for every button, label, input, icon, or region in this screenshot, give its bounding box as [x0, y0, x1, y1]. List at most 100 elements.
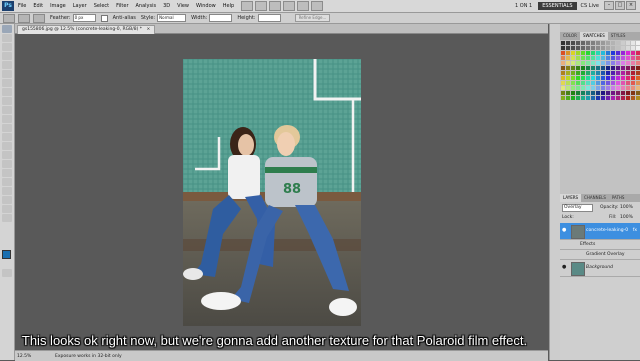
color-swatch[interactable] [591, 96, 595, 100]
color-swatch[interactable] [631, 56, 635, 60]
color-swatch[interactable] [566, 46, 570, 50]
document-tab[interactable]: gs155806.jpg @ 12.5% (concrete-leaking-0… [17, 25, 156, 34]
pen-tool-icon[interactable] [2, 151, 12, 159]
3d-rotate-icon[interactable] [2, 187, 12, 195]
color-swatch[interactable] [591, 56, 595, 60]
color-swatch[interactable] [611, 76, 615, 80]
color-swatch[interactable] [636, 91, 640, 95]
shape-tool-icon[interactable] [2, 178, 12, 186]
color-swatch[interactable] [596, 91, 600, 95]
color-swatch[interactable] [626, 61, 630, 65]
color-swatch[interactable] [621, 76, 625, 80]
color-swatch[interactable] [606, 41, 610, 45]
color-swatch[interactable] [566, 41, 570, 45]
color-swatch[interactable] [636, 96, 640, 100]
color-swatch[interactable] [576, 96, 580, 100]
color-swatch[interactable] [581, 46, 585, 50]
menu-edit[interactable]: Edit [33, 3, 43, 9]
color-swatch[interactable] [586, 86, 590, 90]
color-swatch[interactable] [596, 41, 600, 45]
color-swatch[interactable] [626, 91, 630, 95]
color-swatch[interactable] [566, 61, 570, 65]
color-swatch[interactable] [571, 96, 575, 100]
color-swatch[interactable] [601, 56, 605, 60]
menu-layer[interactable]: Layer [73, 3, 87, 9]
color-swatch[interactable] [581, 76, 585, 80]
color-swatch[interactable] [616, 66, 620, 70]
color-swatch[interactable] [576, 66, 580, 70]
color-swatch[interactable] [586, 56, 590, 60]
color-swatch[interactable] [616, 71, 620, 75]
color-swatch[interactable] [611, 71, 615, 75]
color-swatch[interactable] [586, 71, 590, 75]
color-swatch[interactable] [591, 81, 595, 85]
document-close-icon[interactable]: × [147, 27, 151, 32]
color-swatch[interactable] [626, 71, 630, 75]
color-swatch[interactable] [561, 91, 565, 95]
color-swatch[interactable] [606, 56, 610, 60]
add-selection-icon[interactable] [33, 13, 45, 23]
color-swatch[interactable] [571, 46, 575, 50]
color-swatch[interactable] [606, 66, 610, 70]
feather-input[interactable]: 0 px [72, 14, 96, 22]
color-swatch[interactable] [601, 71, 605, 75]
color-swatch[interactable] [591, 66, 595, 70]
color-swatch[interactable] [591, 41, 595, 45]
color-swatch[interactable] [606, 96, 610, 100]
color-swatch[interactable] [606, 91, 610, 95]
menu-image[interactable]: Image [50, 3, 66, 9]
color-swatch[interactable] [576, 81, 580, 85]
tab-channels[interactable]: CHANNELS [581, 194, 609, 202]
color-swatch[interactable] [616, 61, 620, 65]
zoom-level-icon[interactable] [269, 1, 282, 11]
color-swatch[interactable] [596, 86, 600, 90]
color-swatch[interactable] [566, 51, 570, 55]
color-swatch[interactable] [561, 96, 565, 100]
color-swatch[interactable] [606, 61, 610, 65]
color-swatch[interactable] [571, 66, 575, 70]
layer-gradient-overlay[interactable]: Gradient Overlay [560, 250, 640, 260]
color-swatch[interactable] [601, 96, 605, 100]
color-swatch[interactable] [636, 86, 640, 90]
color-swatch[interactable] [621, 96, 625, 100]
type-tool-icon[interactable] [2, 160, 12, 168]
color-swatch[interactable] [636, 51, 640, 55]
color-swatch[interactable] [581, 96, 585, 100]
color-swatch[interactable] [591, 61, 595, 65]
menu-window[interactable]: Window [196, 3, 216, 9]
color-swatch[interactable] [576, 91, 580, 95]
eye-icon[interactable]: ● [562, 265, 567, 270]
blend-mode-select[interactable]: Overlay [562, 204, 593, 212]
color-swatch[interactable] [636, 41, 640, 45]
color-swatch[interactable] [576, 46, 580, 50]
color-swatch[interactable] [621, 46, 625, 50]
color-swatch[interactable] [621, 91, 625, 95]
color-swatch[interactable] [596, 71, 600, 75]
layer-background[interactable]: ● Background [560, 260, 640, 277]
color-swatch[interactable] [601, 51, 605, 55]
color-swatch[interactable] [631, 51, 635, 55]
color-swatch[interactable] [611, 46, 615, 50]
menu-analysis[interactable]: Analysis [136, 3, 157, 9]
fx-icon[interactable]: fx [633, 228, 637, 233]
color-swatch[interactable] [621, 56, 625, 60]
color-swatch[interactable] [586, 81, 590, 85]
color-swatch[interactable] [561, 51, 565, 55]
hand-tool-icon[interactable] [283, 1, 296, 11]
color-swatch[interactable] [591, 71, 595, 75]
color-swatch[interactable] [616, 46, 620, 50]
color-swatch[interactable] [611, 41, 615, 45]
color-swatch[interactable] [581, 41, 585, 45]
color-swatch[interactable] [636, 71, 640, 75]
color-swatch[interactable] [626, 76, 630, 80]
hand-tool-side-icon[interactable] [2, 205, 12, 213]
color-swatch[interactable] [591, 76, 595, 80]
color-swatch[interactable] [571, 71, 575, 75]
color-swatch[interactable] [621, 61, 625, 65]
color-swatch[interactable] [606, 71, 610, 75]
color-swatch[interactable] [561, 86, 565, 90]
dodge-tool-icon[interactable] [2, 142, 12, 150]
tab-color[interactable]: COLOR [560, 32, 580, 40]
color-swatch[interactable] [596, 46, 600, 50]
color-swatch[interactable] [626, 86, 630, 90]
